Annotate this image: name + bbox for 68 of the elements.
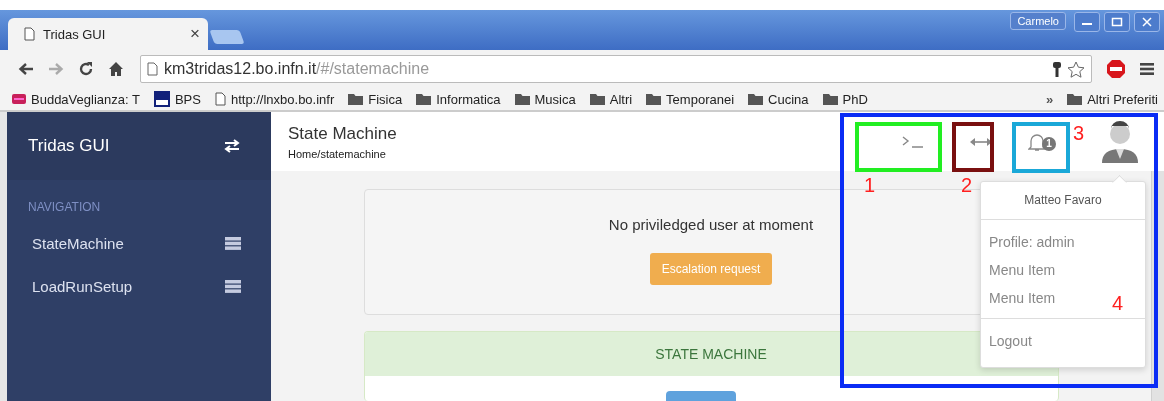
close-button[interactable] — [1134, 12, 1160, 32]
bookmark[interactable]: Altri — [589, 91, 633, 107]
bookmark[interactable]: BuddaVeglianza: T — [12, 91, 140, 107]
folder-icon — [514, 93, 530, 105]
resize-icon[interactable] — [970, 137, 992, 146]
key-icon[interactable] — [1053, 61, 1061, 77]
page-icon — [147, 62, 158, 76]
bookmark[interactable]: Informatica — [416, 91, 501, 107]
more-bookmarks-button[interactable]: » — [1045, 91, 1054, 107]
bookmark[interactable]: Fisica — [348, 91, 403, 107]
menu-item[interactable]: Menu Item — [981, 286, 1064, 310]
annotation-number: 2 — [961, 174, 973, 197]
folder-icon — [1067, 93, 1083, 105]
breadcrumb: Home/statemachine — [288, 147, 387, 160]
home-icon[interactable] — [108, 61, 124, 77]
bookmark[interactable]: http://lnxbo.bo.infr — [214, 91, 335, 107]
bookmark[interactable]: Altri Preferiti — [1067, 91, 1158, 107]
profile-button[interactable]: Carmelo — [1010, 12, 1066, 30]
status-message: No priviledged user at moment — [608, 216, 814, 233]
close-icon — [1141, 17, 1153, 27]
tab-title: Tridas GUI — [43, 26, 107, 42]
server-icon — [225, 237, 241, 250]
annotation-number: 4 — [1112, 292, 1124, 315]
reload-icon[interactable] — [78, 61, 94, 77]
avatar-icon[interactable] — [1100, 120, 1140, 163]
bell-icon[interactable] — [1028, 131, 1046, 152]
server-icon — [225, 280, 241, 293]
menu-icon[interactable] — [1140, 62, 1154, 76]
bookmark[interactable]: Musica — [514, 91, 576, 107]
nav-item[interactable]: LoadRunSetup — [7, 265, 271, 308]
folder-icon — [589, 93, 605, 105]
logout-item[interactable]: Logout — [981, 329, 1040, 353]
minimize-button[interactable] — [1074, 12, 1100, 32]
url-text: km3tridas12.bo.infn.it/#/statemachine — [164, 60, 430, 78]
bookmark[interactable]: PhD — [822, 91, 868, 107]
maximize-icon — [1111, 17, 1123, 27]
menu-item[interactable]: Menu Item — [981, 258, 1064, 282]
address-field[interactable]: km3tridas12.bo.infn.it/#/statemachine — [140, 55, 1092, 83]
annotation-number: 1 — [864, 174, 876, 197]
folder-icon — [348, 93, 364, 105]
back-icon[interactable] — [18, 62, 34, 76]
bookmark[interactable]: Cucina — [748, 91, 809, 107]
swap-icon[interactable] — [223, 139, 241, 153]
user-name: Matteo Favaro — [1024, 193, 1102, 207]
bookmark[interactable]: Temporanei — [646, 91, 735, 107]
notification-badge: 1 — [1042, 136, 1056, 151]
page-title: State Machine — [288, 123, 397, 144]
menu-item[interactable]: Profile: admin — [981, 230, 1083, 254]
maximize-button[interactable] — [1104, 12, 1130, 32]
close-icon[interactable]: × — [190, 24, 200, 44]
new-tab-button[interactable] — [209, 30, 245, 44]
folder-icon — [646, 93, 662, 105]
page-icon — [214, 92, 226, 106]
folder-icon — [822, 93, 838, 105]
section-heading: NAVIGATION — [27, 199, 102, 216]
annotation-number: 3 — [1073, 122, 1085, 145]
app-title: Tridas GUI — [28, 136, 110, 156]
page-icon — [24, 27, 35, 41]
tinyurl-icon — [153, 91, 170, 107]
bookmark[interactable]: BPS — [153, 91, 201, 107]
adblock-icon[interactable] — [1106, 59, 1126, 79]
site-icon — [12, 94, 26, 104]
star-icon[interactable] — [1067, 60, 1085, 78]
terminal-icon[interactable] — [902, 135, 924, 148]
folder-icon — [748, 93, 764, 105]
folder-icon — [416, 93, 432, 105]
browser-tab[interactable]: Tridas GUI × — [8, 18, 208, 50]
nav-item[interactable]: StateMachine — [7, 222, 271, 265]
